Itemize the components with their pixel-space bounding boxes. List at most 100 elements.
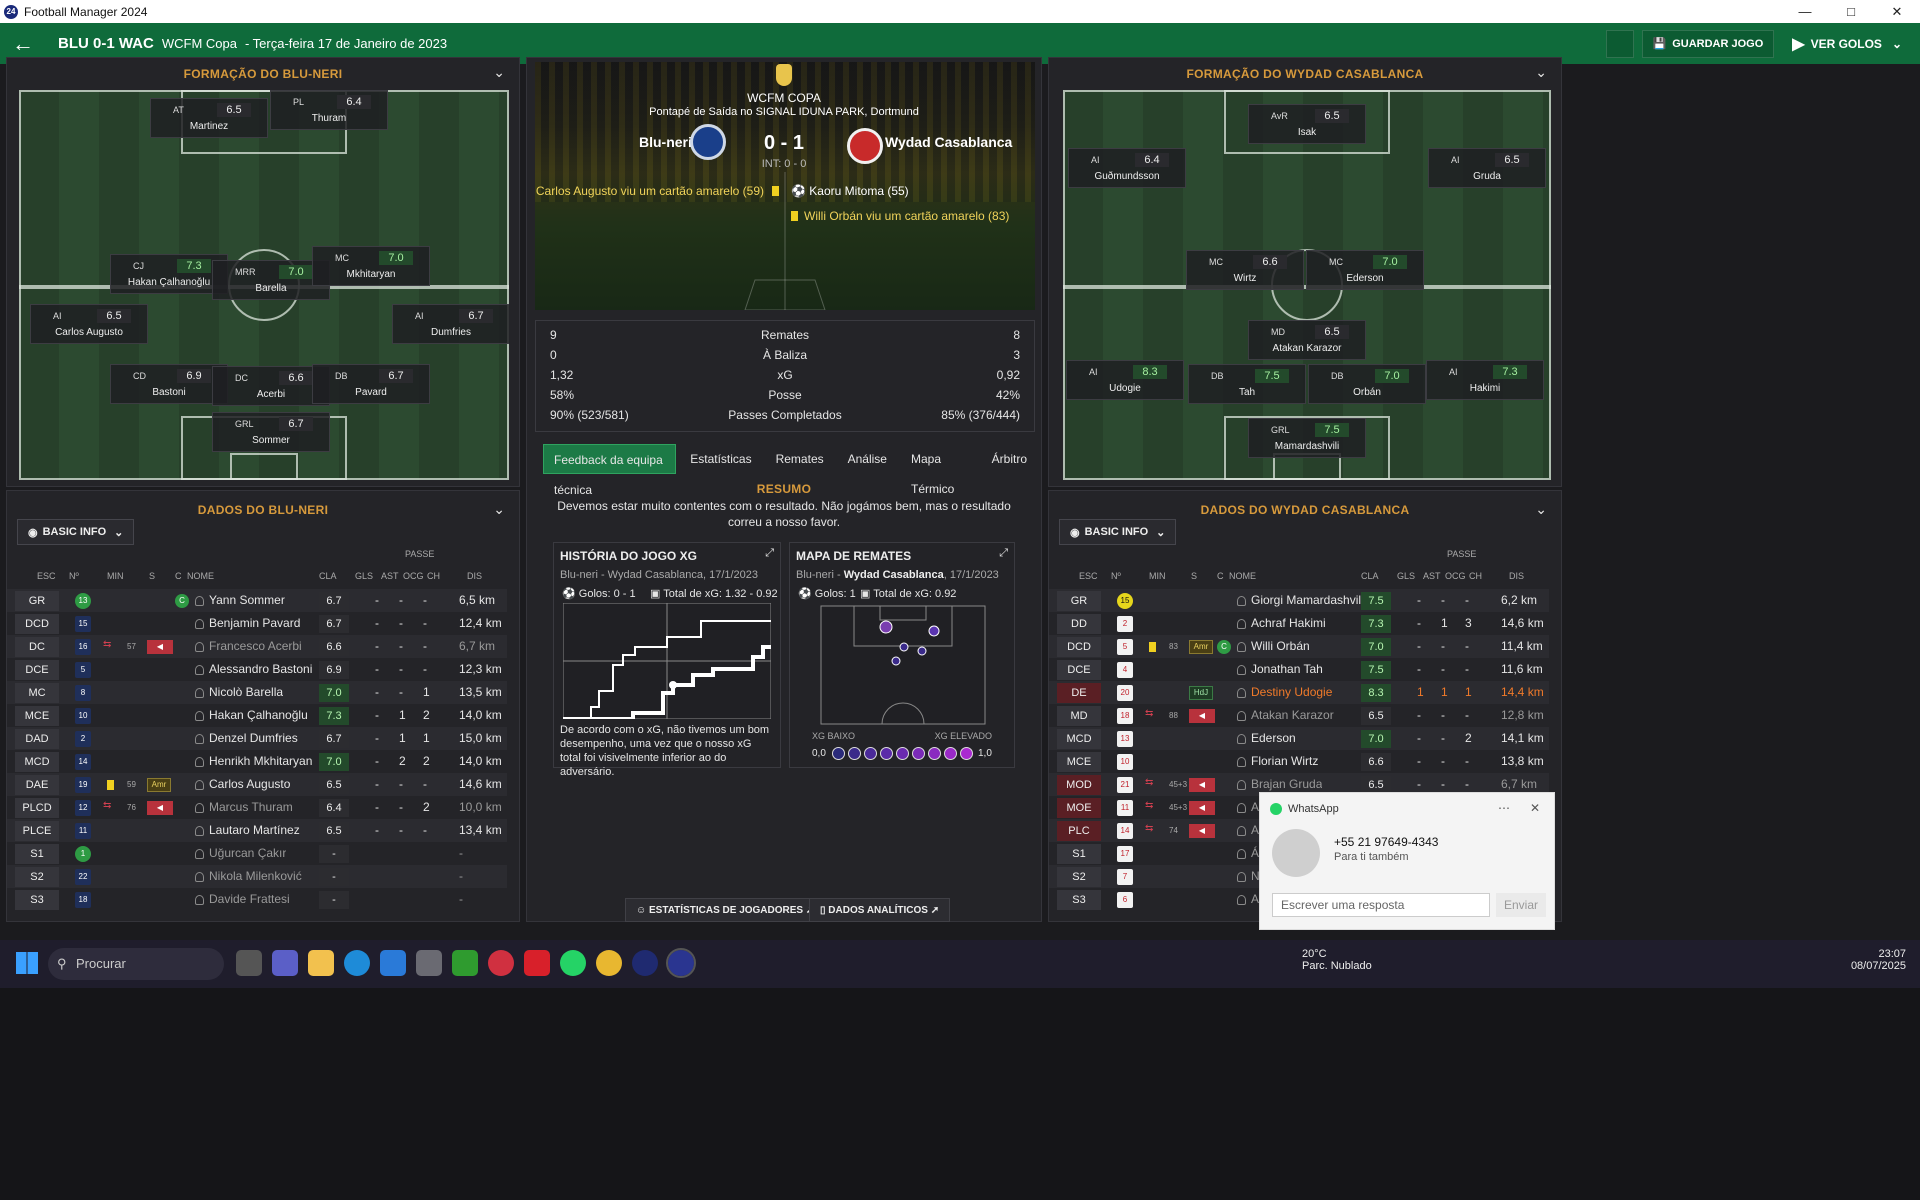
xbox-icon[interactable] [452, 950, 478, 976]
table-row[interactable]: DE 20 HdJ Destiny Udogie 8.3 1 1 1 14,4 km [1049, 681, 1549, 704]
basic-info-dropdown[interactable]: ◉ BASIC INFO ⌄ [1059, 519, 1177, 545]
formation-player[interactable]: DB 6.7 Pavard [312, 364, 430, 404]
column-header[interactable]: OCG [403, 571, 424, 581]
column-header[interactable]: NOME [1229, 571, 1256, 581]
weather-widget[interactable]: 20°C Parc. Nublado [1302, 948, 1372, 972]
formation-player[interactable]: GRL 7.5 Mamardashvili [1248, 418, 1366, 458]
table-row[interactable]: DC 16 ⇆ 57 ◀ Francesco Acerbi 6.6 - - - 6,7 km [7, 635, 507, 658]
teams-icon[interactable] [272, 950, 298, 976]
table-row[interactable]: DAE 19 59 Amr Carlos Augusto 6.5 - - - 14,6 km [7, 773, 507, 796]
table-row[interactable]: DCD 15 Benjamin Pavard 6.7 - - - 12,4 km [7, 612, 507, 635]
close-icon[interactable]: ✕ [1874, 0, 1920, 23]
column-header[interactable]: DIS [1509, 571, 1524, 581]
steam-icon[interactable] [416, 950, 442, 976]
k-app-icon[interactable] [524, 950, 550, 976]
chevron-down-icon[interactable]: ⌄ [493, 501, 505, 518]
formation-player[interactable]: AvR 6.5 Isak [1248, 104, 1366, 144]
opera-icon[interactable] [488, 950, 514, 976]
edge-icon[interactable] [344, 950, 370, 976]
system-clock[interactable]: 23:07 08/07/2025 [1851, 948, 1906, 972]
formation-player[interactable]: GRL 6.7 Sommer [212, 412, 330, 452]
column-header[interactable]: CLA [1361, 571, 1379, 581]
close-icon[interactable]: ✕ [1530, 801, 1540, 815]
formation-player[interactable]: AT 6.5 Martinez [150, 98, 268, 138]
tab[interactable]: Remates [766, 444, 834, 474]
table-row[interactable]: MCD 14 Henrikh Mkhitaryan 7.0 - 2 2 14,0 km [7, 750, 507, 773]
table-row[interactable]: MCE 10 Hakan Çalhanoğlu 7.3 - 1 2 14,0 km [7, 704, 507, 727]
table-row[interactable]: GR 13 C Yann Sommer 6.7 - - - 6,5 km [7, 589, 507, 612]
column-header[interactable]: C [1217, 571, 1224, 581]
store-icon[interactable] [380, 950, 406, 976]
whatsapp-reply-input[interactable]: Escrever uma resposta [1272, 893, 1490, 917]
table-row[interactable]: PLCE 11 Lautaro Martínez 6.5 - - - 13,4 km [7, 819, 507, 842]
view-goals-button[interactable]: ▶ VER GOLOS ⌄ [1782, 30, 1912, 58]
whatsapp-taskbar-icon[interactable] [560, 950, 586, 976]
minimize-icon[interactable]: — [1782, 0, 1828, 23]
table-row[interactable]: MCE 10 Florian Wirtz 6.6 - - - 13,8 km [1049, 750, 1549, 773]
column-header[interactable]: MIN [1149, 571, 1166, 581]
away-team-name[interactable]: Wydad Casablanca [885, 134, 1012, 150]
column-header[interactable]: CH [1469, 571, 1482, 581]
tab[interactable]: Feedback da equipa técnica [543, 444, 677, 497]
expand-icon[interactable]: ⤢ [765, 547, 774, 560]
expand-icon[interactable]: ⤢ [999, 547, 1008, 560]
formation-player[interactable]: MD 6.5 Atakan Karazor [1248, 320, 1366, 360]
tab[interactable]: Estatísticas [680, 444, 761, 474]
column-header[interactable]: PASSE [1447, 549, 1476, 559]
taskbar-search[interactable]: ⚲ Procurar [48, 948, 224, 980]
tab[interactable]: Mapa Térmico [901, 444, 978, 496]
fm-taskbar-icon[interactable] [632, 950, 658, 976]
column-header[interactable]: NOME [187, 571, 214, 581]
table-row[interactable]: S3 18 Davide Frattesi - - [7, 888, 507, 911]
column-header[interactable]: Nº [69, 571, 79, 581]
formation-player[interactable]: DB 7.5 Tah [1188, 364, 1306, 404]
column-header[interactable]: CLA [319, 571, 337, 581]
table-row[interactable]: DCE 5 Alessandro Bastoni 6.9 - - - 12,3 km [7, 658, 507, 681]
column-header[interactable]: GLS [1397, 571, 1415, 581]
formation-player[interactable]: AI 7.3 Hakimi [1426, 360, 1544, 400]
tab[interactable]: Análise [838, 444, 897, 474]
formation-player[interactable]: MC 7.0 Ederson [1306, 250, 1424, 290]
formation-player[interactable]: AI 6.7 Dumfries [392, 304, 509, 344]
chevron-down-icon[interactable]: ⌄ [493, 64, 505, 81]
column-header[interactable]: S [1191, 571, 1197, 581]
formation-player[interactable]: DB 7.0 Orbán [1308, 364, 1426, 404]
column-header[interactable]: MIN [107, 571, 124, 581]
column-header[interactable]: CH [427, 571, 440, 581]
table-row[interactable]: S2 22 Nikola Milenković - - [7, 865, 507, 888]
column-header[interactable]: AST [381, 571, 399, 581]
fm-active-taskbar-icon[interactable] [666, 948, 696, 978]
save-game-button[interactable]: 💾 GUARDAR JOGO [1641, 29, 1775, 58]
chrome-icon[interactable] [596, 950, 622, 976]
formation-player[interactable]: AI 8.3 Udogie [1066, 360, 1184, 400]
column-header[interactable]: OCG [1445, 571, 1466, 581]
column-header[interactable]: PASSE [405, 549, 434, 559]
formation-player[interactable]: AI 6.5 Gruda [1428, 148, 1546, 188]
whatsapp-send-button[interactable]: Enviar [1496, 893, 1546, 917]
table-row[interactable]: DD 2 Achraf Hakimi 7.3 - 1 3 14,6 km [1049, 612, 1549, 635]
column-header[interactable]: ESC [1079, 571, 1098, 581]
header-blank-button[interactable] [1605, 29, 1634, 58]
column-header[interactable]: C [175, 571, 182, 581]
column-header[interactable]: Nº [1111, 571, 1121, 581]
formation-player[interactable]: MC 6.6 Wirtz [1186, 250, 1304, 290]
formation-player[interactable]: MC 7.0 Mkhitaryan [312, 246, 430, 286]
table-row[interactable]: DCD 5 83 Amr C Willi Orbán 7.0 - - - 11,4 km [1049, 635, 1549, 658]
formation-player[interactable]: CJ 7.3 Hakan Çalhanoğlu [110, 254, 228, 294]
table-row[interactable]: MC 8 Nicolò Barella 7.0 - - 1 13,5 km [7, 681, 507, 704]
column-header[interactable]: GLS [355, 571, 373, 581]
player-stats-button[interactable]: ☺ ESTATÍSTICAS DE JOGADORES ➚ [625, 898, 826, 922]
header-competition[interactable]: WCFM Copa [162, 36, 237, 51]
table-row[interactable]: GR 15 Giorgi Mamardashvili 7.5 - - - 6,2 km [1049, 589, 1549, 612]
table-row[interactable]: S1 1 Uğurcan Çakır - - [7, 842, 507, 865]
column-header[interactable]: AST [1423, 571, 1441, 581]
file-explorer-icon[interactable] [308, 950, 334, 976]
column-header[interactable]: DIS [467, 571, 482, 581]
windows-start-icon[interactable] [16, 952, 38, 974]
maximize-icon[interactable]: □ [1828, 0, 1874, 23]
table-row[interactable]: DAD 2 Denzel Dumfries 6.7 - 1 1 15,0 km [7, 727, 507, 750]
more-icon[interactable]: ⋯ [1498, 801, 1510, 815]
table-row[interactable]: DCE 4 Jonathan Tah 7.5 - - - 11,6 km [1049, 658, 1549, 681]
task-view-icon[interactable] [236, 950, 262, 976]
table-row[interactable]: MCD 13 Ederson 7.0 - - 2 14,1 km [1049, 727, 1549, 750]
